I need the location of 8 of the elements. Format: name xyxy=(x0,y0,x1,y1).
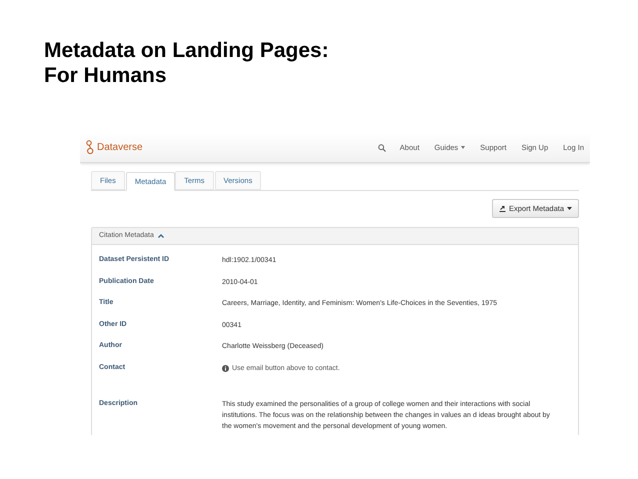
export-icon xyxy=(498,205,506,212)
slide-title: Metadata on Landing Pages: For Humans xyxy=(44,38,330,88)
caret-icon xyxy=(567,207,572,210)
brand-name[interactable]: Dataverse xyxy=(97,140,143,155)
logo-icon xyxy=(86,140,94,155)
info-icon xyxy=(222,364,229,372)
caret-icon xyxy=(461,146,466,149)
search-icon[interactable] xyxy=(378,144,386,152)
